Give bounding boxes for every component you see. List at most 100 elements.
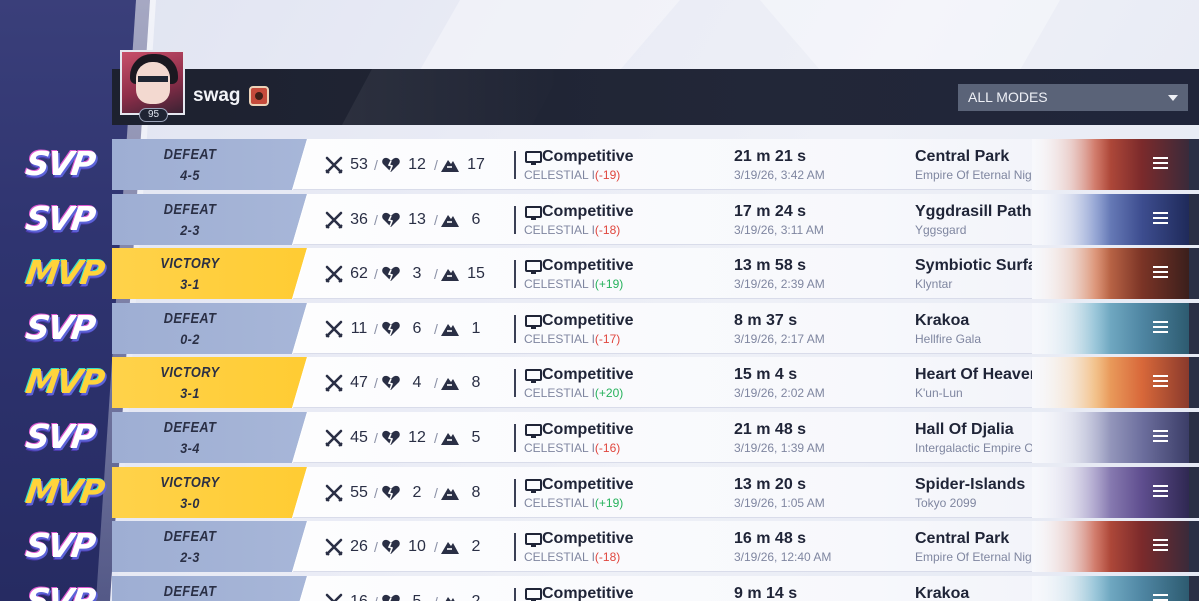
avatar-face xyxy=(136,62,170,104)
stat-separator: / xyxy=(434,592,438,601)
round-score: 2-3 xyxy=(180,549,200,565)
menu-lines-icon[interactable] xyxy=(1153,212,1168,226)
broken-heart-icon xyxy=(381,319,401,339)
kills-value: 47 xyxy=(350,374,368,391)
match-datetime: 3/19/26, 2:17 AM xyxy=(734,332,825,346)
assists-value: 2 xyxy=(471,538,481,555)
title-badge-icon xyxy=(249,86,269,106)
row-edge xyxy=(1189,194,1199,245)
result-label: DEFEAT xyxy=(163,310,217,327)
background-facet xyxy=(760,0,1060,70)
round-score: 4-5 xyxy=(180,167,200,183)
assist-hands-icon xyxy=(440,264,460,284)
result-label: DEFEAT xyxy=(163,583,217,600)
game-mode: Competitive xyxy=(542,203,634,220)
mvp-badge: MVP xyxy=(23,362,106,401)
rank-info: CELESTIAL I(-19) xyxy=(524,168,620,182)
rank-delta: (+19) xyxy=(594,496,624,510)
menu-lines-icon[interactable] xyxy=(1153,266,1168,280)
avatar-visor xyxy=(138,76,168,82)
map-region: Empire Of Eternal Night xyxy=(915,550,1042,564)
map-region: K'un-Lun xyxy=(915,386,963,400)
rank-delta: (+20) xyxy=(594,386,624,400)
match-row[interactable]: DEFEAT 16 / 5 / 2 Competitive 9 m 14 s K… xyxy=(112,576,1199,601)
avatar[interactable] xyxy=(120,50,185,115)
match-row[interactable]: DEFEAT 4-5 53 / 12 / 17 Competitive CELE… xyxy=(112,139,1199,190)
row-edge xyxy=(1189,521,1199,572)
menu-lines-icon[interactable] xyxy=(1153,375,1168,389)
row-edge xyxy=(1189,357,1199,408)
menu-lines-icon[interactable] xyxy=(1153,594,1168,601)
rank-info: CELESTIAL I(+19) xyxy=(524,277,623,291)
match-datetime: 3/19/26, 3:42 AM xyxy=(734,168,825,182)
map-region: Klyntar xyxy=(915,277,953,291)
rank-tier: CELESTIAL I xyxy=(524,332,595,346)
round-score: 3-4 xyxy=(180,440,200,456)
match-duration: 13 m 58 s xyxy=(734,257,807,274)
match-duration: 8 m 37 s xyxy=(734,312,798,329)
modes-dropdown[interactable]: ALL MODES xyxy=(958,84,1188,111)
kda-stats: 45 / 12 / 5 xyxy=(324,428,504,448)
crossed-swords-icon xyxy=(324,592,344,601)
rank-delta: (-19) xyxy=(594,168,621,182)
modes-dropdown-label: ALL MODES xyxy=(968,89,1048,105)
row-edge xyxy=(1189,576,1199,601)
map-name: Hall Of Djalia xyxy=(915,421,1014,438)
broken-heart-icon xyxy=(381,483,401,503)
match-row[interactable]: VICTORY 3-0 55 / 2 / 8 Competitive CELES… xyxy=(112,467,1199,518)
assists-value: 15 xyxy=(467,265,485,282)
rank-tier: CELESTIAL I xyxy=(524,168,595,182)
assists-value: 2 xyxy=(463,592,489,601)
result-label: DEFEAT xyxy=(163,419,217,436)
header-stripe xyxy=(342,69,562,125)
match-row[interactable]: VICTORY 3-1 62 / 3 / 15 Competitive CELE… xyxy=(112,248,1199,299)
assist-hands-icon xyxy=(440,428,460,448)
menu-lines-icon[interactable] xyxy=(1153,157,1168,171)
rank-tier: CELESTIAL I xyxy=(524,550,595,564)
monitor-icon xyxy=(525,260,542,275)
game-mode: Competitive xyxy=(542,148,634,165)
menu-lines-icon[interactable] xyxy=(1153,485,1168,499)
match-duration: 16 m 48 s xyxy=(734,530,807,547)
map-name: Spider-Islands xyxy=(915,476,1026,493)
assists-value: 1 xyxy=(471,320,481,337)
deaths-value: 5 xyxy=(404,592,430,601)
game-mode: Competitive xyxy=(542,421,634,438)
background-facet xyxy=(420,0,680,70)
mvp-badge: MVP xyxy=(23,472,106,511)
match-duration: 9 m 14 s xyxy=(734,585,798,601)
crossed-swords-icon xyxy=(324,210,344,230)
match-row[interactable]: DEFEAT 2-3 26 / 10 / 2 Competitive CELES… xyxy=(112,521,1199,572)
menu-lines-icon[interactable] xyxy=(1153,321,1168,335)
svp-badge: SVP xyxy=(23,417,97,456)
map-name: Central Park xyxy=(915,148,1010,165)
match-datetime: 3/19/26, 2:02 AM xyxy=(734,386,825,400)
result-label: DEFEAT xyxy=(163,146,217,163)
crossed-swords-icon xyxy=(324,483,344,503)
stat-separator: / xyxy=(374,321,378,337)
match-row[interactable]: DEFEAT 2-3 36 / 13 / 6 Competitive CELES… xyxy=(112,194,1199,245)
deaths-value: 10 xyxy=(408,538,426,555)
broken-heart-icon xyxy=(381,155,401,175)
assists-value: 8 xyxy=(471,484,481,501)
kills-value: 53 xyxy=(350,156,368,173)
kda-stats: 55 / 2 / 8 xyxy=(324,483,504,503)
column-divider xyxy=(514,151,516,179)
svp-badge: SVP xyxy=(23,581,97,601)
menu-lines-icon[interactable] xyxy=(1153,539,1168,553)
match-row[interactable]: DEFEAT 0-2 11 / 6 / 1 Competitive CELEST… xyxy=(112,303,1199,354)
rank-info: CELESTIAL I(+19) xyxy=(524,496,623,510)
monitor-icon xyxy=(525,151,542,166)
menu-lines-icon[interactable] xyxy=(1153,430,1168,444)
match-row[interactable]: VICTORY 3-1 47 / 4 / 8 Competitive CELES… xyxy=(112,357,1199,408)
column-divider xyxy=(514,206,516,234)
kills-value: 16 xyxy=(346,592,372,601)
round-score: 3-1 xyxy=(180,385,200,401)
mvp-badge: MVP xyxy=(23,253,106,292)
kda-stats: 11 / 6 / 1 xyxy=(324,319,504,339)
match-row[interactable]: DEFEAT 3-4 45 / 12 / 5 Competitive CELES… xyxy=(112,412,1199,463)
kills-value: 55 xyxy=(350,484,368,501)
kills-value: 45 xyxy=(350,429,368,446)
kda-stats: 16 / 5 / 2 xyxy=(324,592,504,601)
kda-stats: 26 / 10 / 2 xyxy=(324,537,504,557)
